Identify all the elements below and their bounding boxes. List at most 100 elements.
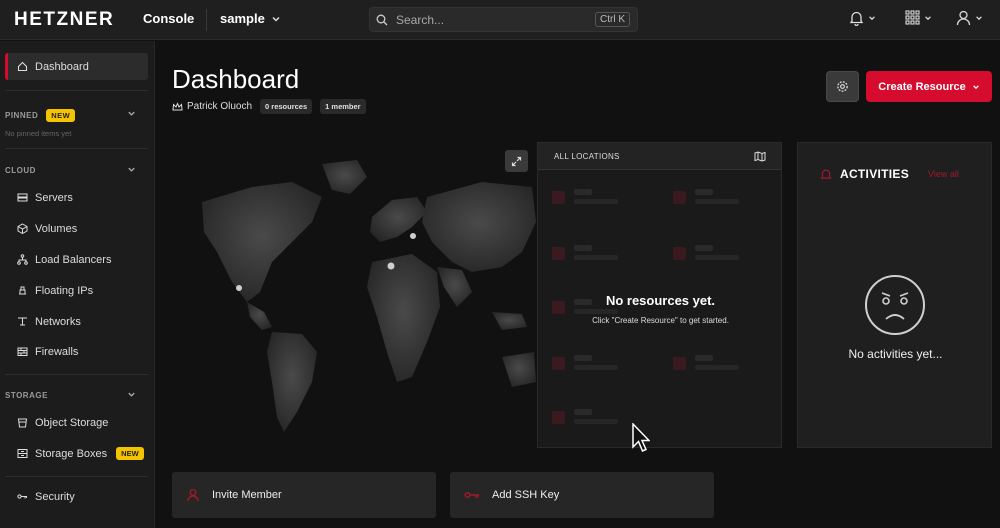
divider <box>5 90 148 91</box>
search-shortcut: Ctrl K <box>595 12 630 27</box>
location-placeholder <box>552 351 642 377</box>
sidebar-item-label: Security <box>35 490 75 503</box>
locations-header: ALL LOCATIONS <box>538 143 781 170</box>
apps-menu-button[interactable] <box>905 10 932 25</box>
world-map <box>202 160 536 432</box>
map-icon[interactable] <box>754 150 766 162</box>
sidebar-item-floating-ips[interactable]: Floating IPs <box>5 277 148 304</box>
top-bar: HETZNER Console sample Ctrl K <box>0 0 1000 40</box>
sidebar-item-label: Load Balancers <box>35 253 112 266</box>
add-ssh-key-card[interactable]: Add SSH Key <box>450 472 714 518</box>
view-all-activities-link[interactable]: View all <box>928 169 959 179</box>
sidebar-item-label: Networks <box>35 315 81 328</box>
project-selector[interactable]: sample <box>220 11 281 26</box>
user-icon <box>956 10 971 26</box>
apps-grid-icon <box>905 10 920 25</box>
hetzner-logo[interactable]: HETZNER <box>14 9 114 31</box>
bell-icon <box>849 11 864 26</box>
chevron-down-icon <box>925 15 931 20</box>
search-icon <box>376 14 388 25</box>
cube-icon <box>17 223 28 234</box>
sidebar-item-label: Storage Boxes <box>35 447 108 460</box>
key-icon <box>464 491 479 499</box>
chevron-down-icon <box>272 16 280 22</box>
new-badge: NEW <box>46 109 76 122</box>
mouse-cursor-icon <box>632 423 650 452</box>
new-badge: NEW <box>116 447 144 460</box>
location-placeholder <box>673 185 763 211</box>
location-marker[interactable] <box>387 262 395 270</box>
home-icon <box>17 61 28 72</box>
crown-icon <box>172 101 183 110</box>
user-add-icon <box>187 489 199 502</box>
divider <box>206 9 207 31</box>
sidebar-item-security[interactable]: Security <box>5 483 148 510</box>
floating-ip-icon <box>19 286 26 295</box>
project-name: sample <box>220 11 265 26</box>
sidebar-item-volumes[interactable]: Volumes <box>5 215 148 242</box>
chevron-down-icon[interactable] <box>127 109 136 118</box>
invite-member-card[interactable]: Invite Member <box>172 472 436 518</box>
sidebar-item-label: Dashboard <box>35 60 89 73</box>
user-menu-button[interactable] <box>956 10 983 26</box>
sidebar-item-dashboard[interactable]: Dashboard <box>5 53 148 80</box>
chevron-down-icon <box>869 16 875 21</box>
chevron-down-icon[interactable] <box>127 390 136 399</box>
invite-member-label: Invite Member <box>212 489 282 501</box>
locations-panel: ALL LOCATIONS No resources yet. Click "C… <box>537 142 782 448</box>
sidebar-item-firewalls[interactable]: Firewalls <box>5 338 148 365</box>
activities-title: ACTIVITIES <box>840 167 910 181</box>
firewall-icon <box>17 347 28 356</box>
location-placeholder <box>673 241 763 267</box>
notifications-button[interactable] <box>849 10 876 26</box>
sidebar-item-networks[interactable]: Networks <box>5 308 148 335</box>
expand-map-button[interactable] <box>505 150 528 172</box>
server-icon <box>17 193 28 202</box>
sidebar-item-load-balancers[interactable]: Load Balancers <box>5 246 148 273</box>
members-count-chip: 1 member <box>320 99 366 114</box>
chevron-down-icon <box>972 84 979 89</box>
location-placeholder <box>552 405 642 431</box>
activities-panel: ACTIVITIES View all No activities yet... <box>797 142 992 448</box>
pinned-section-header[interactable]: PINNED NEW <box>5 109 76 122</box>
sidebar-item-servers[interactable]: Servers <box>5 184 148 211</box>
chevron-down-icon[interactable] <box>127 165 136 174</box>
storage-section-header[interactable]: STORAGE <box>5 391 48 400</box>
resources-count-chip: 0 resources <box>260 99 313 114</box>
storage-box-icon <box>17 449 28 458</box>
search-bar[interactable]: Ctrl K <box>369 7 638 32</box>
bucket-icon <box>17 418 28 428</box>
location-marker[interactable] <box>410 233 416 239</box>
load-balancer-icon <box>17 254 28 265</box>
chevron-down-icon <box>976 16 982 21</box>
search-input[interactable] <box>396 12 586 27</box>
expand-icon <box>511 156 522 166</box>
owner-name: Patrick Oluoch <box>187 101 253 112</box>
divider <box>5 374 148 375</box>
sidebar-item-label: Floating IPs <box>35 284 94 297</box>
sidebar-item-object-storage[interactable]: Object Storage <box>5 409 148 436</box>
divider <box>5 148 148 149</box>
project-owner-row: Patrick Oluoch 0 resources 1 member <box>172 99 366 114</box>
location-marker[interactable] <box>236 285 242 291</box>
location-placeholder <box>552 241 642 267</box>
location-placeholder <box>552 185 642 211</box>
key-icon <box>17 494 27 499</box>
cloud-section-header[interactable]: CLOUD <box>5 166 36 175</box>
page-title: Dashboard <box>172 64 300 94</box>
console-label: Console <box>143 11 195 26</box>
location-placeholder <box>673 351 763 377</box>
dashboard-settings-button[interactable] <box>826 71 859 102</box>
pinned-title: PINNED <box>5 111 39 120</box>
sidebar-item-storage-boxes[interactable]: Storage Boxes NEW <box>5 440 148 467</box>
add-ssh-key-label: Add SSH Key <box>492 489 560 501</box>
sad-face-icon <box>865 275 925 335</box>
bell-icon <box>820 169 832 179</box>
gear-icon <box>837 81 848 92</box>
sidebar-item-label: Object Storage <box>35 416 109 429</box>
create-resource-button[interactable]: Create Resource <box>866 71 992 102</box>
create-resource-label: Create Resource <box>878 80 966 93</box>
sidebar-item-label: Volumes <box>35 222 78 235</box>
locations-title: ALL LOCATIONS <box>554 151 620 161</box>
no-activities-text: No activities yet... <box>848 347 943 361</box>
